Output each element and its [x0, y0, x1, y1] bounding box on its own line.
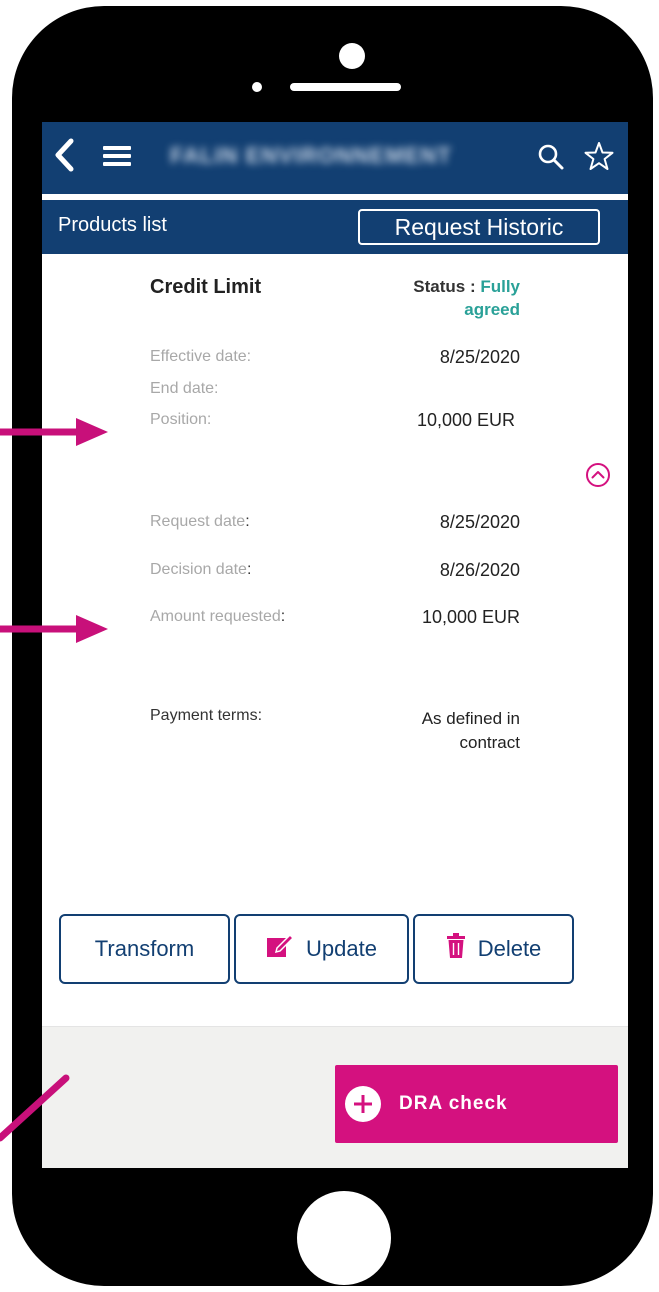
trash-icon	[446, 933, 466, 965]
end-date-label: End date:	[150, 380, 219, 397]
request-date-value: 8/25/2020	[439, 512, 520, 532]
camera-dot	[339, 43, 365, 69]
amount-requested-value: 10,000 EUR	[421, 607, 520, 627]
payment-terms-value-line1: As defined in	[421, 709, 520, 728]
dra-check-button[interactable]: DRA check	[335, 1065, 618, 1143]
hamburger-menu-icon[interactable]	[100, 142, 134, 170]
app-screen: FALIN ENVIRONNEMENT Products list Reques…	[42, 122, 628, 1168]
payment-terms-value: As defined in contract	[320, 707, 520, 755]
search-icon[interactable]	[536, 142, 566, 172]
status-label: Status :	[413, 277, 481, 296]
delete-button[interactable]: Delete	[413, 914, 574, 984]
amount-requested-label: Amount requested:	[150, 608, 286, 625]
payment-terms-value-line2: contract	[459, 733, 520, 752]
transform-button-label: Transform	[94, 936, 195, 961]
home-button[interactable]	[297, 1191, 391, 1285]
chevron-up-circle-icon[interactable]	[585, 462, 611, 488]
products-list-title: Products list	[58, 214, 167, 236]
update-button-label: Update	[306, 936, 377, 961]
effective-date-label: Effective date:	[150, 348, 252, 365]
decision-date-label: Decision date:	[150, 561, 252, 578]
position-value: 10,000 EUR	[416, 410, 515, 430]
update-button[interactable]: Update	[234, 914, 409, 984]
speaker-slot	[290, 83, 401, 91]
back-chevron-icon[interactable]	[48, 135, 82, 175]
top-navbar: FALIN ENVIRONNEMENT	[42, 122, 628, 194]
status-value-line1: Fully	[480, 277, 520, 296]
request-historic-button[interactable]: Request Historic	[358, 209, 600, 245]
plus-circle-icon	[345, 1086, 381, 1122]
position-label: Position:	[150, 411, 212, 428]
amount-requested-label-text: Amount requested	[150, 608, 281, 625]
decision-date-label-text: Decision date	[150, 561, 247, 578]
decision-date-value: 8/26/2020	[439, 560, 520, 580]
request-date-label: Request date:	[150, 513, 250, 530]
footer-bar: DRA check	[42, 1026, 628, 1168]
page-title: FALIN ENVIRONNEMENT	[170, 143, 452, 168]
products-subbar: Products list Request Historic	[42, 200, 628, 254]
transform-button[interactable]: Transform	[59, 914, 230, 984]
status-value-line2: agreed	[464, 300, 520, 319]
product-title: Credit Limit	[150, 276, 262, 298]
sensor-dot	[252, 82, 262, 92]
payment-terms-label: Payment terms:	[150, 707, 263, 724]
star-outline-icon[interactable]	[582, 140, 616, 174]
request-date-label-text: Request date	[150, 513, 246, 530]
status-badge: Status : Fully agreed	[342, 275, 520, 321]
dra-check-label: DRA check	[399, 1093, 508, 1114]
delete-button-label: Delete	[477, 936, 542, 961]
action-bar: Transform Update Delete	[42, 914, 628, 994]
edit-square-icon	[266, 933, 295, 965]
effective-date-value: 8/25/2020	[439, 347, 520, 367]
